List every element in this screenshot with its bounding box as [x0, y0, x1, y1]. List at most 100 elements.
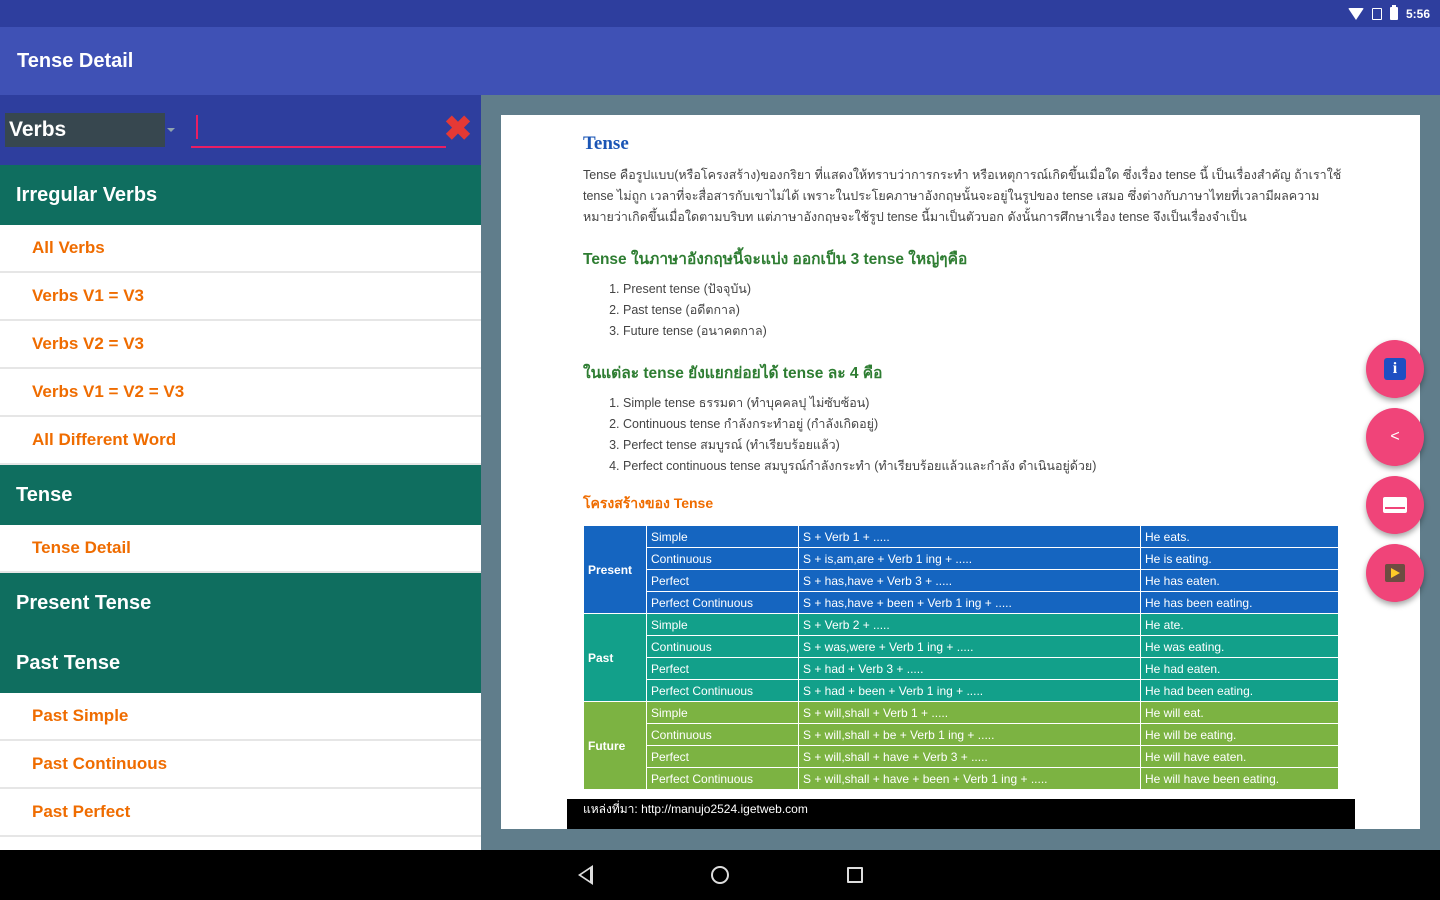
- category-spinner[interactable]: Verbs: [5, 113, 165, 147]
- battery-icon: [1389, 5, 1398, 20]
- table-cell: S + has,have + Verb 3 + .....: [798, 569, 1141, 592]
- table-row: Past Simple S + Verb 2 + ..... He ate.: [583, 613, 1339, 702]
- tense-structure-table: Present Simple S + Verb 1 + ..... He eats. C…: [583, 525, 1339, 790]
- sidebar-section-header[interactable]: Tense: [0, 465, 481, 525]
- subtense-list: Simple tense ธรรมดา (ทำบุคคลปุ ไม่ซับซ้อ…: [583, 393, 1343, 477]
- table-row: Perfect S + had + Verb 3 + ..... He had ea…: [584, 657, 1339, 680]
- clear-icon[interactable]: ✖: [443, 112, 473, 146]
- sidebar: Verbs ✖ Irregular Verbs All Verbs Verbs V1…: [0, 95, 481, 850]
- home-icon[interactable]: [711, 866, 729, 884]
- info-icon: i: [1384, 358, 1406, 380]
- sidebar-item[interactable]: Verbs V1 = V3: [0, 273, 481, 321]
- doc-heading-2: ในแต่ละ tense ยังแยกย่อยได้ tense ละ 4 ค…: [583, 365, 883, 382]
- table-cell: He has been eating.: [1140, 591, 1339, 614]
- table-cell: He will have been eating.: [1140, 767, 1339, 790]
- table-row: Perfect Continuous S + has,have + been + …: [584, 591, 1339, 614]
- tense-group-label: Past: [583, 613, 647, 702]
- app-bar: Tense Detail: [0, 27, 1440, 95]
- doc-heading-3: โครงสร้างของ Tense: [583, 495, 714, 511]
- table-cell: S + Verb 2 + .....: [798, 613, 1141, 636]
- table-row: Present Simple S + Verb 1 + ..... He eats.: [583, 525, 1339, 614]
- tense-group-label: Future: [583, 701, 647, 790]
- table-cell: He will eat.: [1140, 701, 1339, 724]
- table-row: Perfect Continuous S + will,shall + have …: [584, 767, 1339, 790]
- document-view[interactable]: Tense Tense คือรูปแบบ(หรือโครงสร้าง)ของก…: [501, 115, 1420, 829]
- table-cell: He ate.: [1140, 613, 1339, 636]
- table-row: Perfect S + has,have + Verb 3 + ..... He h…: [584, 569, 1339, 592]
- table-cell: S + had + been + Verb 1 ing + .....: [798, 679, 1141, 702]
- table-cell: S + has,have + been + Verb 1 ing + .....: [798, 591, 1141, 614]
- sidebar-item[interactable]: All Different Word: [0, 417, 481, 465]
- sidebar-item[interactable]: Verbs V1 = V2 = V3: [0, 369, 481, 417]
- tense-group-label: Present: [583, 525, 647, 614]
- spinner-value: Verbs: [9, 118, 67, 141]
- table-cell: S + had + Verb 3 + .....: [798, 657, 1141, 680]
- sidebar-section-header[interactable]: Irregular Verbs: [0, 165, 481, 225]
- sidebar-list: Irregular Verbs All Verbs Verbs V1 = V3 Ver…: [0, 165, 481, 837]
- sidebar-item[interactable]: Past Simple: [0, 693, 481, 741]
- status-bar: 5:56: [0, 0, 1440, 27]
- table-cell: He was eating.: [1140, 635, 1339, 658]
- sidebar-item[interactable]: Verbs V2 = V3: [0, 321, 481, 369]
- system-nav-bar: [0, 850, 1440, 900]
- table-cell: He is eating.: [1140, 547, 1339, 570]
- table-cell: Simple: [646, 525, 799, 548]
- sidebar-item[interactable]: All Verbs: [0, 225, 481, 273]
- table-row: Continuous S + was,were + Verb 1 ing + ..…: [584, 635, 1339, 658]
- recent-apps-icon[interactable]: [847, 867, 863, 883]
- table-row: Future Simple S + will,shall + Verb 1 + ..…: [583, 701, 1339, 790]
- list-item: Perfect continuous tense สมบูรณ์กำลังกระ…: [623, 456, 1343, 477]
- table-cell: Continuous: [646, 723, 799, 746]
- list-item: Perfect tense สมบูรณ์ (ทำเรียบร้อยแล้ว): [623, 435, 1343, 456]
- table-cell: Continuous: [646, 635, 799, 658]
- table-cell: Continuous: [646, 547, 799, 570]
- info-button[interactable]: i: [1366, 340, 1424, 398]
- table-cell: Perfect: [646, 745, 799, 768]
- table-cell: He will be eating.: [1140, 723, 1339, 746]
- table-row: Continuous S + is,am,are + Verb 1 ing + .…: [584, 547, 1339, 570]
- doc-title: Tense: [583, 133, 629, 154]
- search-input[interactable]: [191, 112, 446, 148]
- list-item: Present tense (ปัจจุบัน): [623, 279, 1343, 300]
- table-row: Perfect Continuous S + had + been + Verb …: [584, 679, 1339, 702]
- wifi-icon: [1347, 7, 1364, 20]
- doc-intro: Tense คือรูปแบบ(หรือโครงสร้าง)ของกริยา ท…: [583, 168, 1342, 224]
- table-cell: S + was,were + Verb 1 ing + .....: [798, 635, 1141, 658]
- table-cell: Perfect: [646, 569, 799, 592]
- mail-icon: [1383, 497, 1407, 513]
- doc-heading-1: Tense ในภาษาอังกฤษนี้จะแบ่ง ออกเป็น 3 te…: [583, 251, 968, 268]
- table-cell: He had been eating.: [1140, 679, 1339, 702]
- table-cell: Perfect: [646, 657, 799, 680]
- email-button[interactable]: [1366, 476, 1424, 534]
- table-cell: S + Verb 1 + .....: [798, 525, 1141, 548]
- sidebar-item[interactable]: Tense Detail: [0, 525, 481, 573]
- sidebar-item[interactable]: Past Continuous: [0, 741, 481, 789]
- sidebar-section-header[interactable]: Present Tense: [0, 573, 481, 633]
- table-cell: S + will,shall + have + Verb 3 + .....: [798, 745, 1141, 768]
- video-button[interactable]: [1366, 544, 1424, 602]
- table-cell: Perfect Continuous: [646, 679, 799, 702]
- source-url-bar[interactable]: แหล่งที่มา: http://manujo2524.igetweb.co…: [567, 799, 1355, 829]
- share-button[interactable]: <: [1366, 408, 1424, 466]
- sidebar-section-header[interactable]: Past Tense: [0, 633, 481, 693]
- table-cell: S + will,shall + be + Verb 1 ing + .....: [798, 723, 1141, 746]
- video-icon: [1385, 564, 1405, 582]
- table-cell: He had eaten.: [1140, 657, 1339, 680]
- dropdown-arrow-icon[interactable]: [167, 128, 175, 132]
- tense-list: Present tense (ปัจจุบัน)Past tense (อดีต…: [583, 279, 1343, 342]
- signal-icon: [1371, 7, 1382, 20]
- list-item: Continuous tense กำลังกระทำอยู่ (กำลังเก…: [623, 414, 1343, 435]
- table-cell: S + will,shall + Verb 1 + .....: [798, 701, 1141, 724]
- table-cell: Simple: [646, 613, 799, 636]
- sidebar-item[interactable]: Past Perfect: [0, 789, 481, 837]
- table-cell: S + will,shall + have + been + Verb 1 in…: [798, 767, 1141, 790]
- table-cell: Simple: [646, 701, 799, 724]
- list-item: Past tense (อดีตกาล): [623, 300, 1343, 321]
- back-icon[interactable]: [578, 865, 593, 885]
- text-cursor: [196, 115, 198, 139]
- table-cell: He eats.: [1140, 525, 1339, 548]
- table-cell: He has eaten.: [1140, 569, 1339, 592]
- page-title: Tense Detail: [17, 49, 134, 72]
- search-row: Verbs ✖: [0, 95, 481, 165]
- table-cell: Perfect Continuous: [646, 591, 799, 614]
